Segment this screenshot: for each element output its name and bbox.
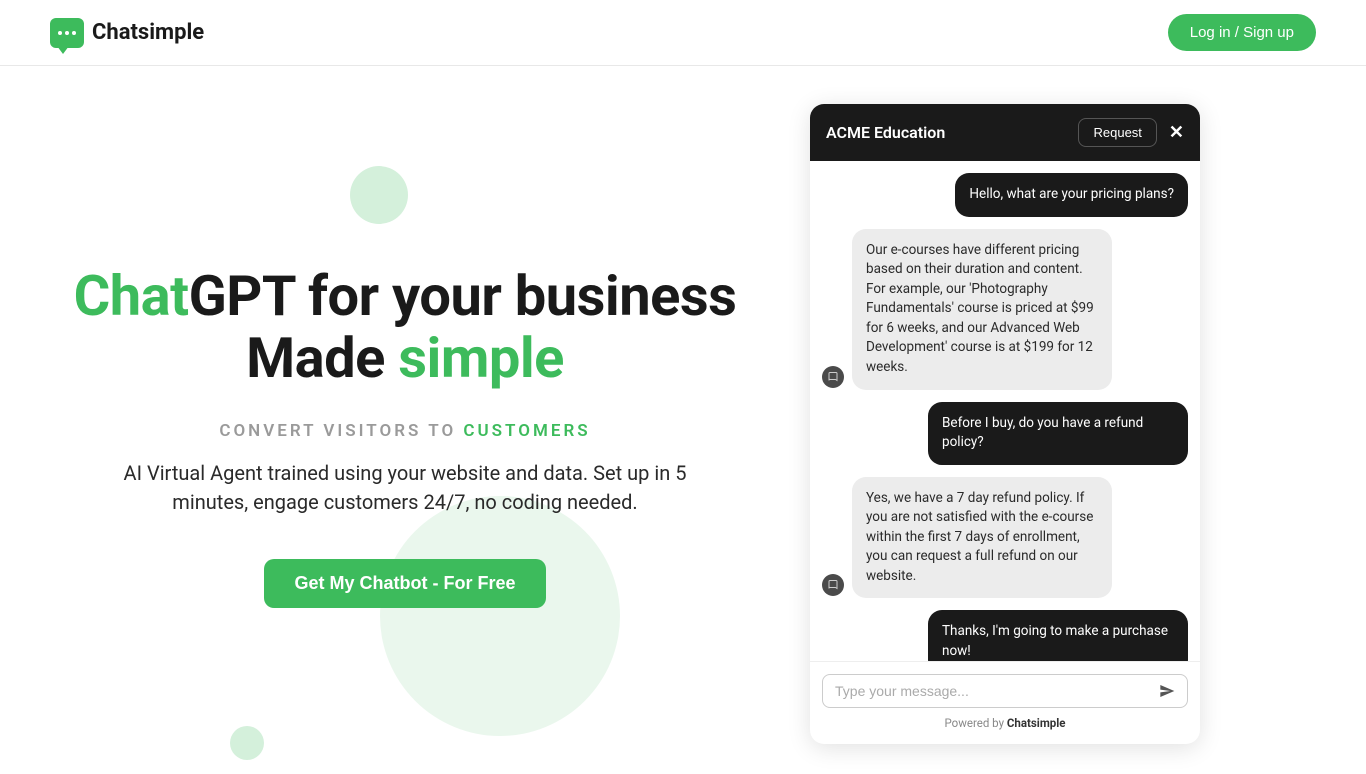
chat-message-user: Hello, what are your pricing plans? bbox=[822, 173, 1188, 217]
message-bubble: Hello, what are your pricing plans? bbox=[955, 173, 1188, 217]
close-icon[interactable]: ✕ bbox=[1169, 124, 1184, 142]
chat-message-bot: Our e-courses have different pricing bas… bbox=[822, 229, 1188, 390]
message-bubble: Before I buy, do you have a refund polic… bbox=[928, 402, 1188, 465]
hero-subtitle: CONVERT VISITORS TO CUSTOMERS bbox=[40, 421, 770, 441]
bot-avatar-icon bbox=[822, 574, 844, 596]
chat-message-bot: Yes, we have a 7 day refund policy. If y… bbox=[822, 477, 1188, 599]
message-bubble: Thanks, I'm going to make a purchase now… bbox=[928, 610, 1188, 661]
bot-avatar-icon bbox=[822, 366, 844, 388]
hero-title: ChatGPT for your business Made simple bbox=[40, 266, 770, 389]
chat-title: ACME Education bbox=[826, 123, 945, 142]
chat-input-wrap bbox=[822, 674, 1188, 708]
chat-message-user: Before I buy, do you have a refund polic… bbox=[822, 402, 1188, 465]
request-button[interactable]: Request bbox=[1078, 118, 1156, 147]
chat-header: ACME Education Request ✕ bbox=[810, 104, 1200, 161]
message-bubble: Our e-courses have different pricing bas… bbox=[852, 229, 1112, 390]
chat-widget: ACME Education Request ✕ Hello, what are… bbox=[810, 104, 1200, 744]
hero-title-accent: Chat bbox=[74, 263, 189, 329]
login-signup-button[interactable]: Log in / Sign up bbox=[1168, 14, 1316, 51]
powered-by: Powered by Chatsimple bbox=[822, 708, 1188, 732]
message-bubble: Yes, we have a 7 day refund policy. If y… bbox=[852, 477, 1112, 599]
chat-footer: Powered by Chatsimple bbox=[810, 661, 1200, 744]
header: Chatsimple Log in / Sign up bbox=[0, 0, 1366, 66]
hero-section: ChatGPT for your business Made simple CO… bbox=[40, 96, 770, 744]
hero-title-accent: simple bbox=[398, 325, 564, 391]
chat-input[interactable] bbox=[835, 683, 1149, 699]
chat-message-user: Thanks, I'm going to make a purchase now… bbox=[822, 610, 1188, 661]
main-content: ChatGPT for your business Made simple CO… bbox=[0, 66, 1366, 774]
send-icon[interactable] bbox=[1159, 683, 1175, 699]
get-chatbot-button[interactable]: Get My Chatbot - For Free bbox=[264, 559, 545, 608]
brand-name: Chatsimple bbox=[92, 20, 204, 45]
logo[interactable]: Chatsimple bbox=[50, 18, 204, 48]
hero-description: AI Virtual Agent trained using your webs… bbox=[40, 459, 770, 517]
chat-bubble-icon bbox=[50, 18, 84, 48]
chat-body[interactable]: Hello, what are your pricing plans? Our … bbox=[810, 161, 1200, 661]
